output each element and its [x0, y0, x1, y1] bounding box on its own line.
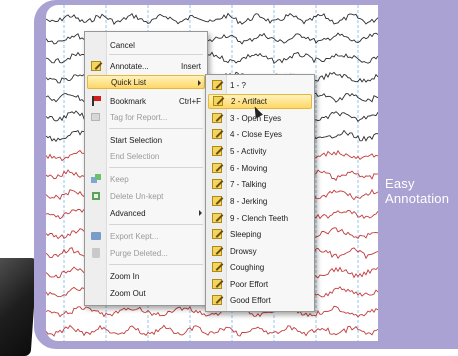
menu-item-bookmark[interactable]: Bookmark Ctrl+F: [87, 94, 205, 108]
keep-icon: [87, 172, 106, 186]
menu-item-label: Export Kept...: [110, 231, 159, 241]
bookmark-flag-icon: [87, 94, 106, 108]
submenu-arrow-icon: [198, 80, 201, 86]
menu-item-label: Annotate...: [110, 61, 149, 71]
quick-list-label: 2 - Artifact: [231, 97, 268, 106]
menu-item-export-kept[interactable]: Export Kept...: [87, 229, 205, 243]
note-icon: [87, 59, 106, 73]
blank-icon: [88, 75, 107, 89]
menu-item-purge-deleted[interactable]: Purge Deleted...: [87, 246, 205, 260]
menu-item-label: Quick List: [111, 77, 147, 87]
eeg-trace: [46, 12, 378, 26]
menu-item-tag-for-report[interactable]: Tag for Report...: [87, 110, 205, 124]
note-icon: [208, 144, 226, 159]
note-icon: [208, 127, 226, 142]
menu-item-label: Delete Un-kept: [110, 191, 164, 201]
quick-list-item-2[interactable]: 2 - Artifact: [208, 94, 312, 109]
delete-unkept-icon: [87, 189, 106, 203]
menu-item-quick-list[interactable]: Quick List: [87, 75, 205, 89]
quick-list-item-5[interactable]: 5 - Activity: [208, 144, 312, 159]
quick-list-label: Good Effort: [230, 296, 271, 305]
quick-list-label: 8 - Jerking: [230, 197, 268, 206]
note-icon: [208, 177, 226, 192]
note-icon: [208, 161, 226, 176]
menu-item-label: Advanced: [110, 208, 146, 218]
quick-list-label: 7 - Talking: [230, 180, 267, 189]
menu-separator: [109, 264, 203, 265]
menu-item-label: Tag for Report...: [110, 112, 168, 122]
menu-item-label: Zoom In: [110, 271, 140, 281]
menu-item-shortcut: Insert: [180, 61, 201, 71]
menu-item-delete-unkept[interactable]: Delete Un-kept: [87, 189, 205, 203]
quick-list-label: Drowsy: [230, 247, 257, 256]
quick-list-item-drowsy[interactable]: Drowsy: [208, 244, 312, 259]
menu-item-zoom-out[interactable]: Zoom Out: [87, 286, 205, 300]
menu-separator: [109, 167, 203, 168]
note-icon: [208, 194, 226, 209]
menu-item-label: Bookmark: [110, 96, 147, 106]
menu-item-start-selection[interactable]: Start Selection: [87, 133, 205, 147]
quick-list-item-4[interactable]: 4 - Close Eyes: [208, 127, 312, 142]
menu-item-label: Purge Deleted...: [110, 248, 168, 258]
menu-item-end-selection[interactable]: End Selection: [87, 149, 205, 163]
quick-list-label: 9 - Clench Teeth: [230, 214, 289, 223]
caption-line-2: Annotation: [385, 191, 450, 206]
quick-list-label: Coughing: [230, 263, 265, 272]
quick-list-item-coughing[interactable]: Coughing: [208, 260, 312, 275]
menu-item-shortcut: Ctrl+F: [179, 96, 201, 106]
quick-list-item-8[interactable]: 8 - Jerking: [208, 194, 312, 209]
context-menu: Cancel Annotate... Insert Quick List Boo…: [84, 31, 208, 306]
menu-item-zoom-in[interactable]: Zoom In: [87, 269, 205, 283]
device-corner: [0, 258, 38, 356]
menu-separator: [109, 224, 203, 225]
blank-icon: [87, 38, 106, 52]
blank-icon: [87, 149, 106, 163]
submenu-arrow-icon: [199, 210, 202, 216]
quick-list-item-poor-effort[interactable]: Poor Effort: [208, 277, 312, 292]
menu-separator: [109, 54, 203, 55]
quick-list-item-7[interactable]: 7 - Talking: [208, 177, 312, 192]
blank-icon: [87, 133, 106, 147]
quick-list-item-sleeping[interactable]: Sleeping: [208, 227, 312, 242]
quick-list-item-1[interactable]: 1 - ?: [208, 78, 312, 93]
menu-item-label: Cancel: [110, 40, 135, 50]
export-icon: [87, 229, 106, 243]
menu-item-label: End Selection: [110, 151, 160, 161]
eeg-trace: [46, 324, 378, 337]
quick-list-item-9[interactable]: 9 - Clench Teeth: [208, 211, 312, 226]
note-icon: [208, 111, 226, 126]
note-icon: [208, 211, 226, 226]
quick-list-label: 1 - ?: [230, 81, 247, 90]
note-icon: [208, 78, 226, 93]
caption-line-1: Easy: [385, 176, 415, 191]
menu-item-advanced[interactable]: Advanced: [87, 206, 205, 220]
quick-list-item-good-effort[interactable]: Good Effort: [208, 293, 312, 308]
note-icon: [208, 293, 226, 308]
menu-item-keep[interactable]: Keep: [87, 172, 205, 186]
note-icon: [208, 227, 226, 242]
purge-icon: [87, 246, 106, 260]
quick-list-label: Poor Effort: [230, 280, 269, 289]
quick-list-label: 5 - Activity: [230, 147, 267, 156]
blank-icon: [87, 286, 106, 300]
note-icon: [208, 260, 226, 275]
quick-list-label: Sleeping: [230, 230, 262, 239]
note-icon: [209, 94, 227, 109]
note-icon: [208, 277, 226, 292]
blank-icon: [87, 206, 106, 220]
tag-icon: [87, 110, 106, 124]
menu-item-label: Start Selection: [110, 135, 163, 145]
menu-item-cancel[interactable]: Cancel: [87, 38, 205, 52]
menu-separator: [109, 128, 203, 129]
quick-list-label: 6 - Moving: [230, 164, 268, 173]
menu-item-annotate[interactable]: Annotate... Insert: [87, 59, 205, 73]
menu-item-label: Zoom Out: [110, 288, 146, 298]
quick-list-label: 4 - Close Eyes: [230, 130, 283, 139]
blank-icon: [87, 269, 106, 283]
quick-list-item-6[interactable]: 6 - Moving: [208, 161, 312, 176]
menu-item-label: Keep: [110, 174, 129, 184]
feature-caption: Easy Annotation: [385, 176, 449, 206]
note-icon: [208, 244, 226, 259]
